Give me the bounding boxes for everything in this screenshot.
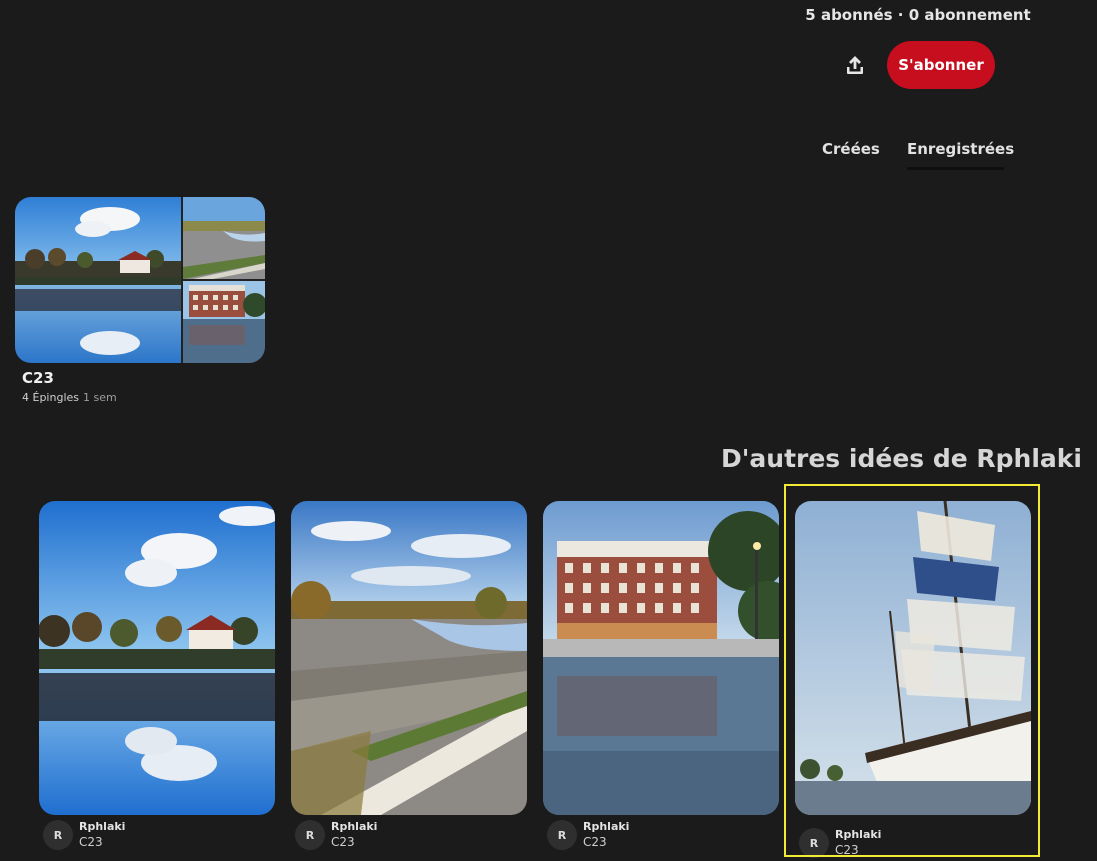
active-tab-indicator [907, 167, 1004, 170]
subscribe-button[interactable]: S'abonner [887, 41, 995, 89]
pin-board-name: C23 [79, 835, 103, 849]
pin-card[interactable] [795, 501, 1031, 815]
building-reflection-photo [543, 501, 779, 815]
avatar[interactable]: R [799, 828, 829, 858]
avatar[interactable]: R [43, 820, 73, 850]
pin-attribution: R Rphlaki C23 [799, 828, 881, 858]
board-side-image-2 [183, 281, 265, 363]
board-meta: 4 Épingles 1 sem [22, 391, 117, 404]
board-cover-image [15, 197, 181, 363]
pin-attribution: R Rphlaki C23 [43, 820, 125, 850]
board-title: C23 [22, 369, 54, 387]
board-pin-count: 4 Épingles [22, 391, 79, 404]
pin-attribution: R Rphlaki C23 [295, 820, 377, 850]
tab-saved[interactable]: Enregistrées [907, 140, 1014, 158]
follower-stats: 5 abonnés · 0 abonnement [805, 6, 1031, 24]
pin-user-name[interactable]: Rphlaki [331, 820, 377, 834]
pin-attribution: R Rphlaki C23 [547, 820, 629, 850]
share-button[interactable] [836, 46, 874, 84]
board-age: 1 sem [83, 391, 117, 404]
pin-card[interactable] [543, 501, 779, 815]
board-card[interactable] [15, 197, 265, 363]
pin-board-name: C23 [331, 835, 355, 849]
pin-user-name[interactable]: Rphlaki [583, 820, 629, 834]
upload-share-icon [847, 56, 863, 74]
more-ideas-heading: D'autres idées de Rphlaki [721, 444, 1082, 473]
avatar[interactable]: R [295, 820, 325, 850]
avatar[interactable]: R [547, 820, 577, 850]
board-side-image-1 [183, 197, 265, 279]
pin-user-name[interactable]: Rphlaki [835, 828, 881, 842]
tab-created[interactable]: Créées [822, 140, 880, 158]
river-reflection-photo [39, 501, 275, 815]
pin-card[interactable] [291, 501, 527, 815]
pin-board-name: C23 [835, 843, 859, 857]
tall-ship-photo [795, 501, 1031, 815]
riverside-steps-photo [291, 501, 527, 815]
pin-user-name[interactable]: Rphlaki [79, 820, 125, 834]
pin-card[interactable] [39, 501, 275, 815]
pin-board-name: C23 [583, 835, 607, 849]
